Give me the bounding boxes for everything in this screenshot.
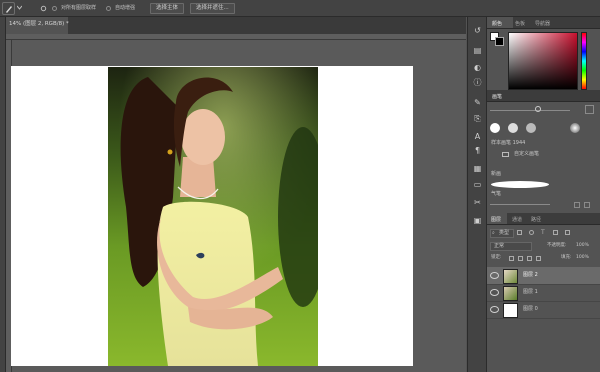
adjustments-icon[interactable]: ◐: [472, 62, 483, 73]
tab-paths[interactable]: 路径: [531, 216, 541, 223]
tab-channels[interactable]: 通道: [512, 216, 522, 223]
blend-mode-value: 正常: [494, 243, 505, 249]
brush-footer: [490, 202, 597, 208]
brush-stroke-preview: [491, 181, 549, 188]
auto-enhance-label: 自动增强: [115, 5, 136, 11]
filter-type-icon[interactable]: T: [541, 229, 545, 236]
layer-filter-label: 类型: [499, 230, 510, 236]
actions-icon[interactable]: ▣: [472, 215, 483, 226]
properties-icon[interactable]: ▤: [472, 45, 483, 56]
lock-transparent-icon[interactable]: [509, 256, 514, 261]
hue-slider[interactable]: [581, 32, 587, 90]
background-color-swatch[interactable]: [495, 37, 504, 46]
tab-swatches[interactable]: 色板: [515, 20, 525, 27]
clone-source-icon[interactable]: ⎘: [472, 113, 483, 124]
lock-all-icon[interactable]: [536, 256, 541, 261]
filter-smart-object-icon[interactable]: [565, 230, 570, 235]
brush-folder-row[interactable]: 自定义画笔: [490, 150, 597, 160]
layer-thumbnail: [503, 303, 518, 318]
document-tab-bar: 14% (图层 2, RGB/8) *: [6, 17, 466, 34]
sample-all-layers-label: 对所有图层取样: [61, 5, 97, 11]
auto-enhance-checkbox[interactable]: [106, 6, 111, 11]
brush-folder-label: 自定义画笔: [514, 151, 540, 157]
trash-icon[interactable]: [584, 202, 590, 208]
brush-preset-3[interactable]: [526, 123, 536, 133]
brush-new-label: 新画: [491, 171, 502, 177]
lock-label: 锁定:: [491, 255, 502, 260]
brush-preset-1[interactable]: [490, 123, 500, 133]
layer-thumbnail: [503, 286, 518, 301]
layers-panel-tabs: 图层 通道 路径: [487, 213, 600, 225]
brush-size-row: [490, 105, 597, 117]
layer-photo[interactable]: [108, 67, 318, 366]
new-brush-icon[interactable]: [585, 105, 594, 114]
brush-settings-icon[interactable]: ✎: [472, 97, 483, 108]
panel-icon-strip: ↺ ▤ ◐ ⓘ ✎ ⎘ A ¶ ▦ ▭ ✂ ▣: [467, 17, 487, 372]
search-icon: ⌕: [492, 230, 495, 236]
brush-airbrush-label: 气笔: [491, 191, 502, 197]
layer-row[interactable]: 图层 0: [487, 301, 600, 319]
folder-icon: [502, 152, 509, 157]
sample-all-layers-checkbox[interactable]: [52, 6, 57, 11]
eye-icon[interactable]: [490, 306, 499, 313]
tab-navigator[interactable]: 导航器: [535, 20, 550, 27]
tab-brushes[interactable]: 画笔: [492, 93, 502, 100]
layer-filter-select[interactable]: ⌕ 类型: [490, 229, 514, 238]
options-bar: 对所有图层取样 自动增强 选择主体 选择并遮住...: [0, 0, 600, 17]
comments-icon[interactable]: ▭: [472, 179, 483, 190]
brush-panel-tabs: 画笔: [487, 90, 600, 102]
lock-position-icon[interactable]: [527, 256, 532, 261]
brush-size-thumb[interactable]: [535, 106, 541, 112]
brush-group-label: 样本画笔 1944: [491, 140, 526, 146]
history-icon[interactable]: ↺: [472, 25, 483, 36]
eye-icon[interactable]: [490, 289, 499, 296]
opacity-value[interactable]: 100%: [576, 243, 589, 249]
layer-name[interactable]: 图层 0: [523, 307, 538, 312]
tool-presets-icon[interactable]: ✂: [472, 197, 483, 208]
fill-value[interactable]: 100%: [576, 255, 589, 261]
document-tab[interactable]: 14% (图层 2, RGB/8) *: [6, 17, 69, 34]
layer-row[interactable]: 图层 1: [487, 284, 600, 302]
brush-size-slider[interactable]: [490, 110, 570, 111]
select-and-mask-button[interactable]: 选择并遮住...: [190, 3, 235, 14]
info-icon[interactable]: ⓘ: [472, 77, 483, 88]
filter-shape-icon[interactable]: [553, 230, 558, 235]
glyphs-icon[interactable]: ▦: [472, 163, 483, 174]
opacity-label: 不透明度:: [547, 243, 567, 248]
layer-filter-icons: T: [517, 229, 582, 238]
color-field[interactable]: [508, 32, 578, 90]
fill-label: 填充:: [561, 255, 572, 260]
chevron-down-icon[interactable]: [16, 5, 23, 10]
character-icon[interactable]: A: [472, 131, 483, 142]
layer-name[interactable]: 图层 1: [523, 290, 538, 295]
brush-preset-2[interactable]: [508, 123, 518, 133]
brush-tool-icon[interactable]: [2, 2, 15, 15]
folder-add-icon[interactable]: [574, 202, 580, 208]
brush-presets-row: [490, 121, 597, 137]
lock-pixels-icon[interactable]: [518, 256, 523, 261]
filter-adjustment-icon[interactable]: [529, 230, 534, 235]
select-subject-button[interactable]: 选择主体: [150, 3, 185, 14]
eye-icon[interactable]: [490, 272, 499, 279]
filter-pixel-icon[interactable]: [517, 230, 522, 235]
paragraph-icon[interactable]: ¶: [472, 145, 483, 156]
brush-preview-slider[interactable]: [490, 204, 550, 205]
panel-dock: 颜色 色板 导航器 画笔 样本画笔 1944 自定义画笔 新画 气笔 图层 通道…: [487, 17, 600, 372]
blend-mode-select[interactable]: 正常: [490, 242, 532, 251]
gear-icon[interactable]: [40, 5, 47, 12]
brush-preset-4[interactable]: [570, 123, 580, 133]
layer-thumbnail: [503, 269, 518, 284]
tab-layers[interactable]: 图层: [491, 216, 501, 223]
tab-color[interactable]: 颜色: [492, 20, 502, 27]
layer-row[interactable]: 图层 2: [487, 267, 600, 285]
color-panel-tabs: 颜色 色板 导航器: [487, 17, 600, 29]
layer-name[interactable]: 图层 2: [523, 273, 538, 278]
